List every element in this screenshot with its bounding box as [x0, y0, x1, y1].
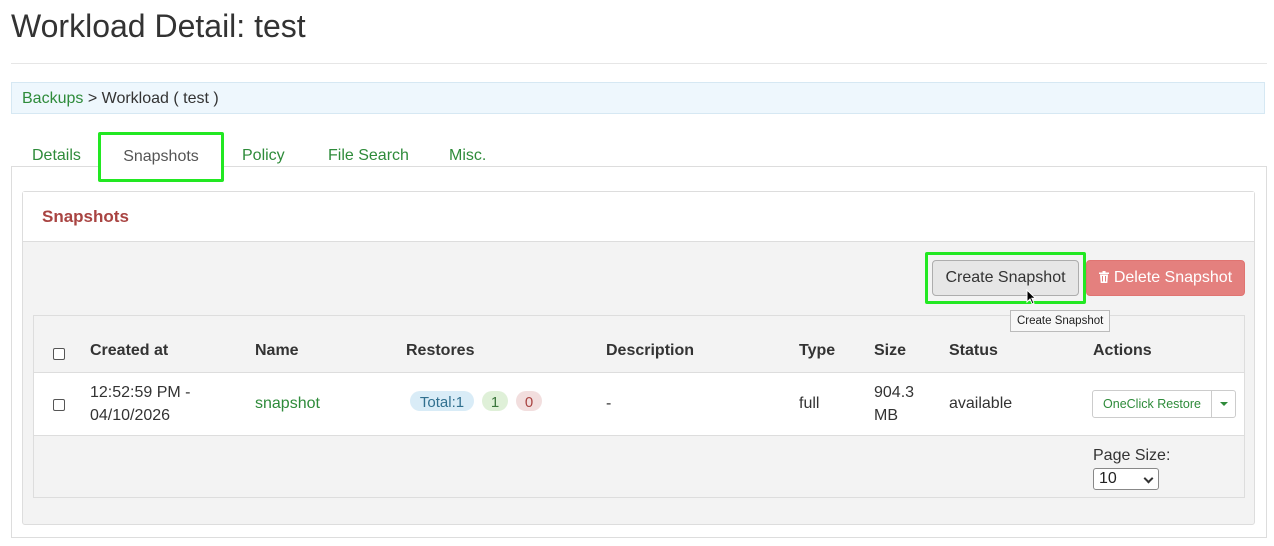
header-type[interactable]: Type: [799, 342, 835, 360]
header-created-at[interactable]: Created at: [90, 342, 168, 360]
breadcrumb: Backups > Workload ( test ): [11, 82, 1265, 114]
breadcrumb-separator: >: [87, 90, 98, 107]
restores-success-badge: 1: [482, 391, 508, 411]
trash-icon: [1098, 271, 1109, 283]
oneclick-restore-split-button: OneClick Restore: [1092, 390, 1236, 418]
title-divider: [11, 63, 1267, 64]
header-actions: Actions: [1093, 342, 1152, 359]
select-all-checkbox[interactable]: [53, 348, 65, 360]
created-date: 04/10/2026: [90, 407, 171, 424]
tab-file-search[interactable]: File Search: [328, 134, 409, 166]
mouse-pointer-icon: [1026, 289, 1036, 305]
tab-misc[interactable]: Misc.: [449, 134, 486, 166]
page-size-label: Page Size:: [1093, 447, 1171, 464]
size-unit: MB: [874, 407, 898, 424]
snapshot-name-link[interactable]: snapshot: [255, 392, 320, 415]
tab-bar: Details Snapshots Policy File Search Mis…: [11, 134, 1267, 167]
breadcrumb-current: Workload ( test ): [101, 90, 219, 107]
created-time: 12:52:59 PM -: [90, 384, 191, 401]
oneclick-restore-button[interactable]: OneClick Restore: [1093, 391, 1211, 417]
header-restores[interactable]: Restores: [406, 342, 474, 360]
header-description[interactable]: Description: [606, 342, 694, 360]
snapshots-table: Created at Name Restores Description Typ…: [33, 315, 1245, 498]
type-cell: full: [799, 395, 820, 412]
size-cell: 904.3 MB: [874, 381, 914, 427]
breadcrumb-link-backups[interactable]: Backups: [22, 90, 83, 107]
status-cell: available: [949, 395, 1013, 412]
panel-header: Snapshots: [23, 192, 1254, 242]
header-size[interactable]: Size: [874, 342, 906, 360]
table-row: 12:52:59 PM - 04/10/2026 snapshot Total:…: [34, 373, 1244, 436]
description-cell: -: [606, 395, 612, 412]
page-title: Workload Detail: test: [11, 8, 306, 44]
restores-failed-badge: 0: [516, 391, 542, 411]
delete-snapshot-button[interactable]: Delete Snapshot: [1086, 260, 1245, 296]
panel-title: Snapshots: [42, 207, 129, 226]
row-checkbox[interactable]: [53, 399, 65, 411]
created-at-cell: 12:52:59 PM - 04/10/2026: [90, 381, 191, 427]
header-name[interactable]: Name: [255, 342, 299, 360]
size-value: 904.3: [874, 384, 915, 401]
header-status[interactable]: Status: [949, 342, 998, 360]
caret-down-icon[interactable]: [1212, 391, 1235, 417]
tab-details[interactable]: Details: [32, 134, 81, 166]
tab-snapshots[interactable]: Snapshots: [100, 134, 222, 167]
create-snapshot-button[interactable]: Create Snapshot: [932, 260, 1079, 296]
page-size-select[interactable]: 10: [1093, 468, 1159, 490]
create-snapshot-tooltip: Create Snapshot: [1010, 310, 1111, 332]
restores-total-badge: Total:1: [410, 391, 474, 411]
tab-policy[interactable]: Policy: [242, 134, 285, 166]
delete-snapshot-label: Delete Snapshot: [1113, 269, 1233, 286]
